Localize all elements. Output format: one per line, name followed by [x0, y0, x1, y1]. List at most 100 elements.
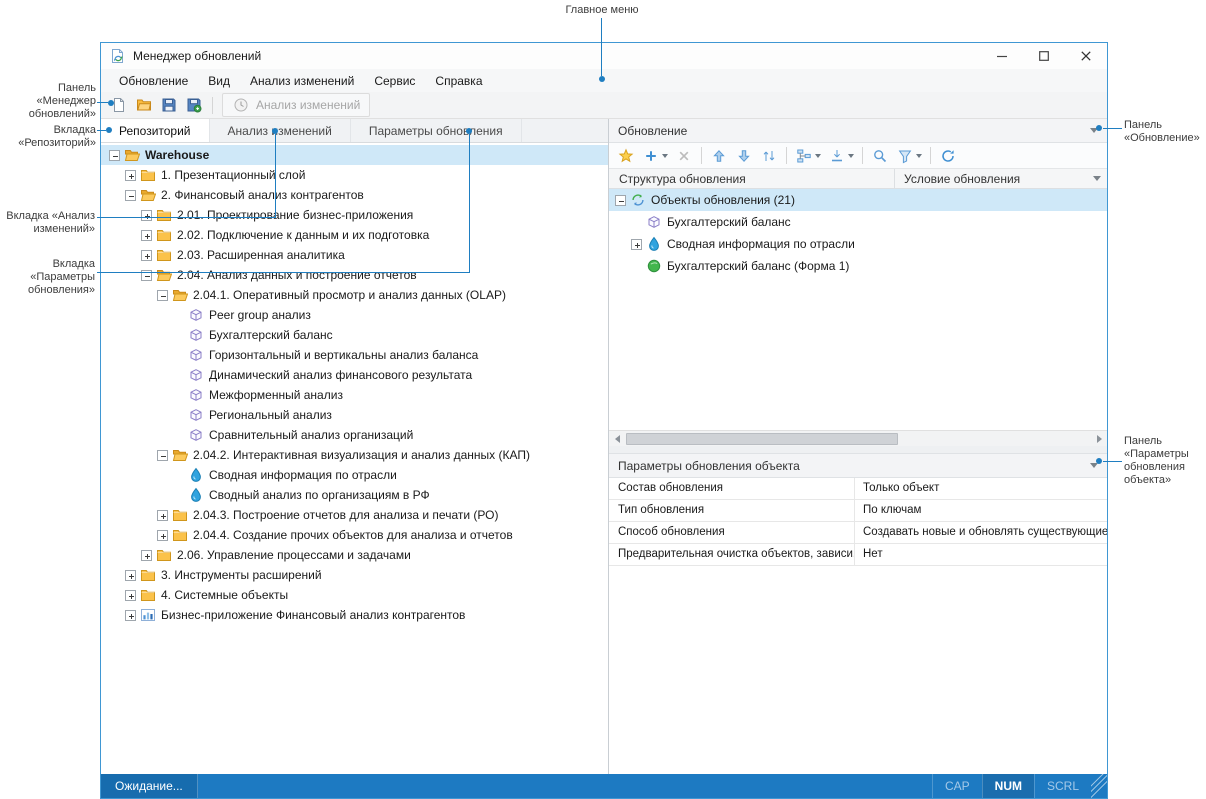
- scroll-right-button[interactable]: [1091, 431, 1107, 447]
- update-row[interactable]: Объекты обновления (21): [609, 189, 1107, 211]
- param-value[interactable]: Нет: [855, 544, 1107, 565]
- expander-plus-icon[interactable]: [631, 239, 642, 250]
- column-condition[interactable]: Условие обновления: [894, 169, 1093, 188]
- dropdown-arrow-icon[interactable]: [916, 154, 922, 158]
- param-row[interactable]: Состав обновленияТолько объект: [609, 478, 1107, 500]
- refresh-icon[interactable]: [938, 147, 958, 165]
- scroll-left-button[interactable]: [609, 431, 625, 447]
- tree-row[interactable]: 2.04.3. Построение отчетов для анализа и…: [101, 505, 608, 525]
- expander-minus-icon[interactable]: [157, 450, 168, 461]
- tree-row[interactable]: 2.04.4. Создание прочих объектов для ана…: [101, 525, 608, 545]
- menu-item[interactable]: Обновление: [109, 69, 198, 92]
- expander-plus-icon[interactable]: [125, 570, 136, 581]
- tree-row[interactable]: 2.04.1. Оперативный просмотр и анализ да…: [101, 285, 608, 305]
- dropdown-arrow-icon[interactable]: [848, 154, 854, 158]
- expander-plus-icon[interactable]: [141, 230, 152, 241]
- sort-icon[interactable]: [759, 147, 779, 165]
- tree-row[interactable]: Сводная информация по отрасли: [101, 465, 608, 485]
- close-button[interactable]: [1065, 43, 1107, 69]
- tree-row[interactable]: Горизонтальный и вертикальны анализ бала…: [101, 345, 608, 365]
- tree-label: Горизонтальный и вертикальны анализ бала…: [209, 348, 478, 362]
- analysis-changes-button[interactable]: Анализ изменений: [222, 93, 370, 117]
- param-value[interactable]: Создавать новые и обновлять существующие: [855, 522, 1107, 543]
- expander-plus-icon[interactable]: [125, 610, 136, 621]
- hierarchy-icon[interactable]: [794, 147, 822, 165]
- filter-icon[interactable]: [895, 147, 923, 165]
- save-icon[interactable]: [160, 96, 178, 114]
- menu-item[interactable]: Анализ изменений: [240, 69, 364, 92]
- key-indicator: SCRL: [1034, 774, 1091, 798]
- panel-splitter[interactable]: [609, 446, 1107, 454]
- param-row[interactable]: Способ обновленияСоздавать новые и обнов…: [609, 522, 1107, 544]
- expander-plus-icon[interactable]: [141, 250, 152, 261]
- param-value[interactable]: Только объект: [855, 478, 1107, 499]
- menu-item[interactable]: Справка: [425, 69, 492, 92]
- update-row[interactable]: Сводная информация по отрасли: [609, 233, 1107, 255]
- param-row[interactable]: Тип обновленияПо ключам: [609, 500, 1107, 522]
- tree-row[interactable]: 2.03. Расширенная аналитика: [101, 245, 608, 265]
- tree-row[interactable]: Динамический анализ финансового результа…: [101, 365, 608, 385]
- expander-plus-icon[interactable]: [141, 210, 152, 221]
- tree-row[interactable]: 1. Презентационный слой: [101, 165, 608, 185]
- tree-row[interactable]: 2.01. Проектирование бизнес-приложения: [101, 205, 608, 225]
- menu-item[interactable]: Вид: [198, 69, 240, 92]
- annotation-line: [469, 134, 470, 273]
- tree-row[interactable]: Peer group анализ: [101, 305, 608, 325]
- scrollbar-thumb[interactable]: [626, 433, 898, 445]
- menu-item[interactable]: Сервис: [364, 69, 425, 92]
- new-object-icon[interactable]: [616, 147, 636, 165]
- move-down-icon[interactable]: [734, 147, 754, 165]
- minimize-button[interactable]: [981, 43, 1023, 69]
- tree-row[interactable]: 2.06. Управление процессами и задачами: [101, 545, 608, 565]
- update-row[interactable]: Бухгалтерский баланс: [609, 211, 1107, 233]
- tree-row[interactable]: Сводный анализ по организациям в РФ: [101, 485, 608, 505]
- param-row[interactable]: Предварительная очистка объектов, зависи…: [609, 544, 1107, 566]
- horizontal-scrollbar[interactable]: [609, 430, 1107, 446]
- tree-row[interactable]: Межформенный анализ: [101, 385, 608, 405]
- expander-plus-icon[interactable]: [141, 550, 152, 561]
- tree-row[interactable]: 3. Инструменты расширений: [101, 565, 608, 585]
- expander-plus-icon[interactable]: [157, 510, 168, 521]
- tree-row[interactable]: 2. Финансовый анализ контрагентов: [101, 185, 608, 205]
- delete-icon[interactable]: [674, 147, 694, 165]
- dropdown-arrow-icon[interactable]: [662, 154, 668, 158]
- tree-row[interactable]: 2.04. Анализ данных и построение отчетов: [101, 265, 608, 285]
- move-up-icon[interactable]: [709, 147, 729, 165]
- tree-row[interactable]: Бухгалтерский баланс: [101, 325, 608, 345]
- scrollbar-track[interactable]: [625, 431, 1091, 446]
- tree-row[interactable]: 4. Системные объекты: [101, 585, 608, 605]
- tree-row[interactable]: 2.02. Подключение к данным и их подготов…: [101, 225, 608, 245]
- tree-label: 2.04.4. Создание прочих объектов для ана…: [193, 528, 513, 542]
- chevron-down-icon[interactable]: [1093, 176, 1101, 181]
- expander-plus-icon[interactable]: [125, 170, 136, 181]
- expander-minus-icon[interactable]: [109, 150, 120, 161]
- expander-minus-icon[interactable]: [157, 290, 168, 301]
- resize-grip[interactable]: [1091, 774, 1107, 798]
- tree-row[interactable]: Бизнес-приложение Финансовый анализ конт…: [101, 605, 608, 625]
- add-icon[interactable]: [641, 147, 669, 165]
- tree-row[interactable]: Сравнительный анализ организаций: [101, 425, 608, 445]
- dropdown-arrow-icon[interactable]: [815, 154, 821, 158]
- open-icon[interactable]: [135, 96, 153, 114]
- drop-icon: [188, 467, 204, 483]
- update-row[interactable]: Бухгалтерский баланс (Форма 1): [609, 255, 1107, 277]
- tree-row[interactable]: Warehouse: [101, 145, 608, 165]
- column-structure[interactable]: Структура обновления: [609, 172, 894, 186]
- expander-plus-icon[interactable]: [125, 590, 136, 601]
- tree-row[interactable]: Региональный анализ: [101, 405, 608, 425]
- annotation-line: [275, 134, 276, 218]
- tab[interactable]: Репозиторий: [101, 119, 210, 142]
- title-bar[interactable]: Менеджер обновлений: [101, 43, 1107, 69]
- expander-minus-icon[interactable]: [615, 195, 626, 206]
- expander-plus-icon[interactable]: [157, 530, 168, 541]
- insert-level-icon[interactable]: [827, 147, 855, 165]
- maximize-button[interactable]: [1023, 43, 1065, 69]
- param-value[interactable]: По ключам: [855, 500, 1107, 521]
- save-repository-icon[interactable]: [185, 96, 203, 114]
- tree-row[interactable]: 2.04.2. Интерактивная визуализация и ана…: [101, 445, 608, 465]
- expander-minus-icon[interactable]: [125, 190, 136, 201]
- search-icon[interactable]: [870, 147, 890, 165]
- tab[interactable]: Параметры обновления: [351, 119, 522, 142]
- chevron-down-icon[interactable]: [1090, 463, 1098, 468]
- tab[interactable]: Анализ изменений: [210, 119, 351, 142]
